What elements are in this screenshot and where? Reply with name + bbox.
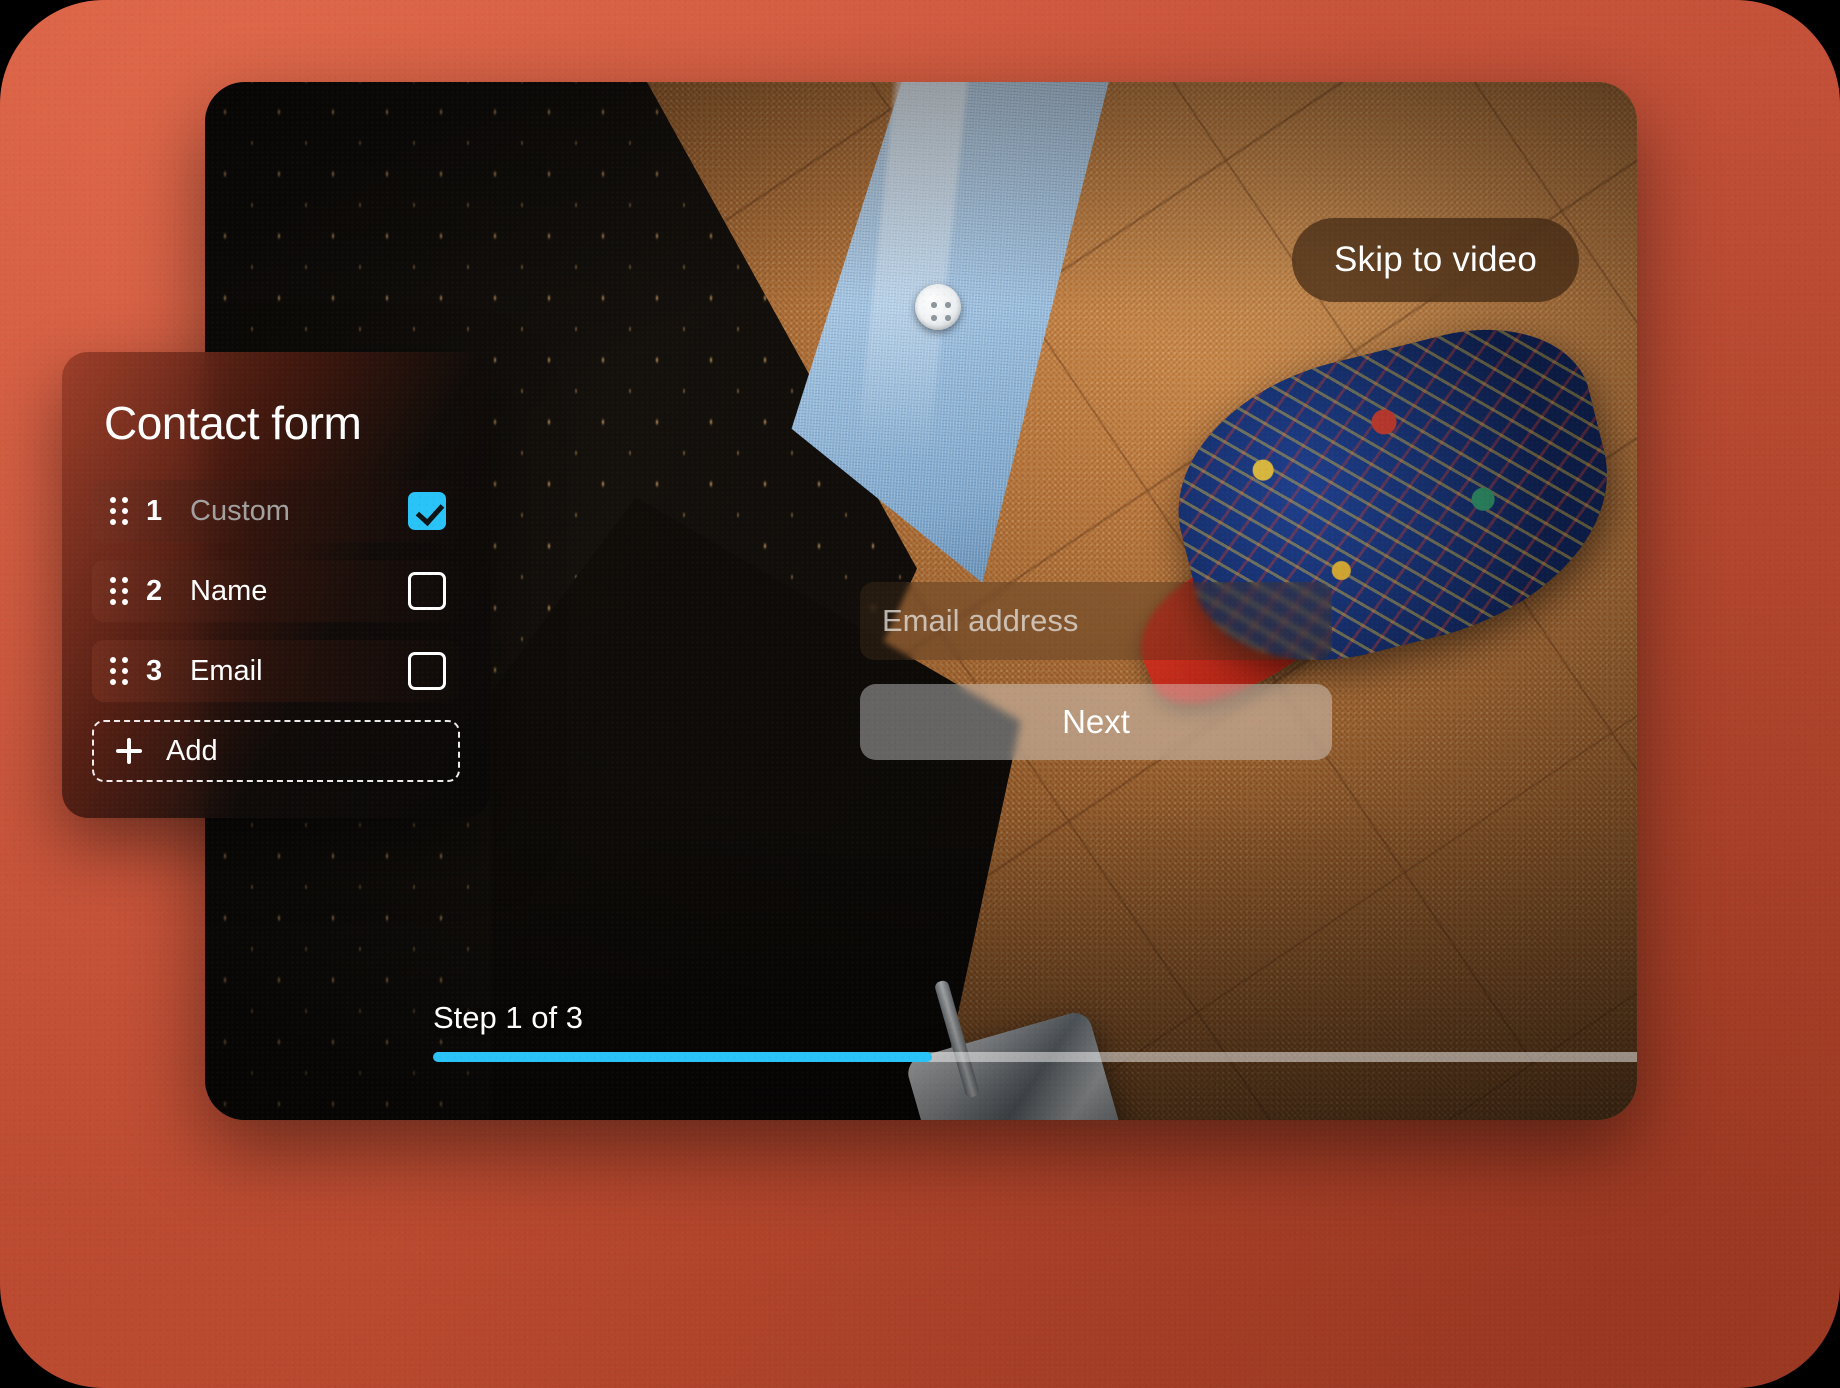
video-overlay-form: Next [860, 582, 1332, 760]
field-index: 3 [146, 654, 163, 687]
field-checkbox[interactable] [408, 492, 446, 530]
add-field-label: Add [166, 734, 218, 767]
next-button[interactable]: Next [860, 684, 1332, 760]
field-index: 1 [146, 494, 163, 527]
form-field-row[interactable]: 3 Email [92, 640, 460, 702]
add-field-button[interactable]: Add [92, 720, 460, 782]
contact-form-panel: Contact form 1 Custom 2 Name 3 Email Add [62, 352, 490, 818]
drag-handle-icon[interactable] [110, 497, 128, 525]
field-label: Email [190, 654, 263, 687]
form-field-row[interactable]: 1 Custom [92, 480, 460, 542]
plus-icon [116, 738, 142, 764]
step-progress: Step 1 of 3 [433, 1000, 1637, 1062]
email-input[interactable] [860, 582, 1332, 660]
progress-track[interactable] [433, 1052, 1637, 1062]
form-field-row[interactable]: 2 Name [92, 560, 460, 622]
field-checkbox[interactable] [408, 652, 446, 690]
drag-handle-icon[interactable] [110, 657, 128, 685]
drag-handle-icon[interactable] [110, 577, 128, 605]
progress-fill [433, 1052, 932, 1062]
app-canvas: Skip to video Next Step 1 of 3 Contact f… [0, 0, 1840, 1388]
field-label: Name [190, 574, 268, 607]
step-label: Step 1 of 3 [433, 1000, 583, 1035]
field-index: 2 [146, 574, 163, 607]
skip-to-video-button[interactable]: Skip to video [1292, 218, 1579, 302]
page-title: Contact form [104, 397, 362, 449]
field-checkbox[interactable] [408, 572, 446, 610]
field-label: Custom [190, 494, 290, 527]
